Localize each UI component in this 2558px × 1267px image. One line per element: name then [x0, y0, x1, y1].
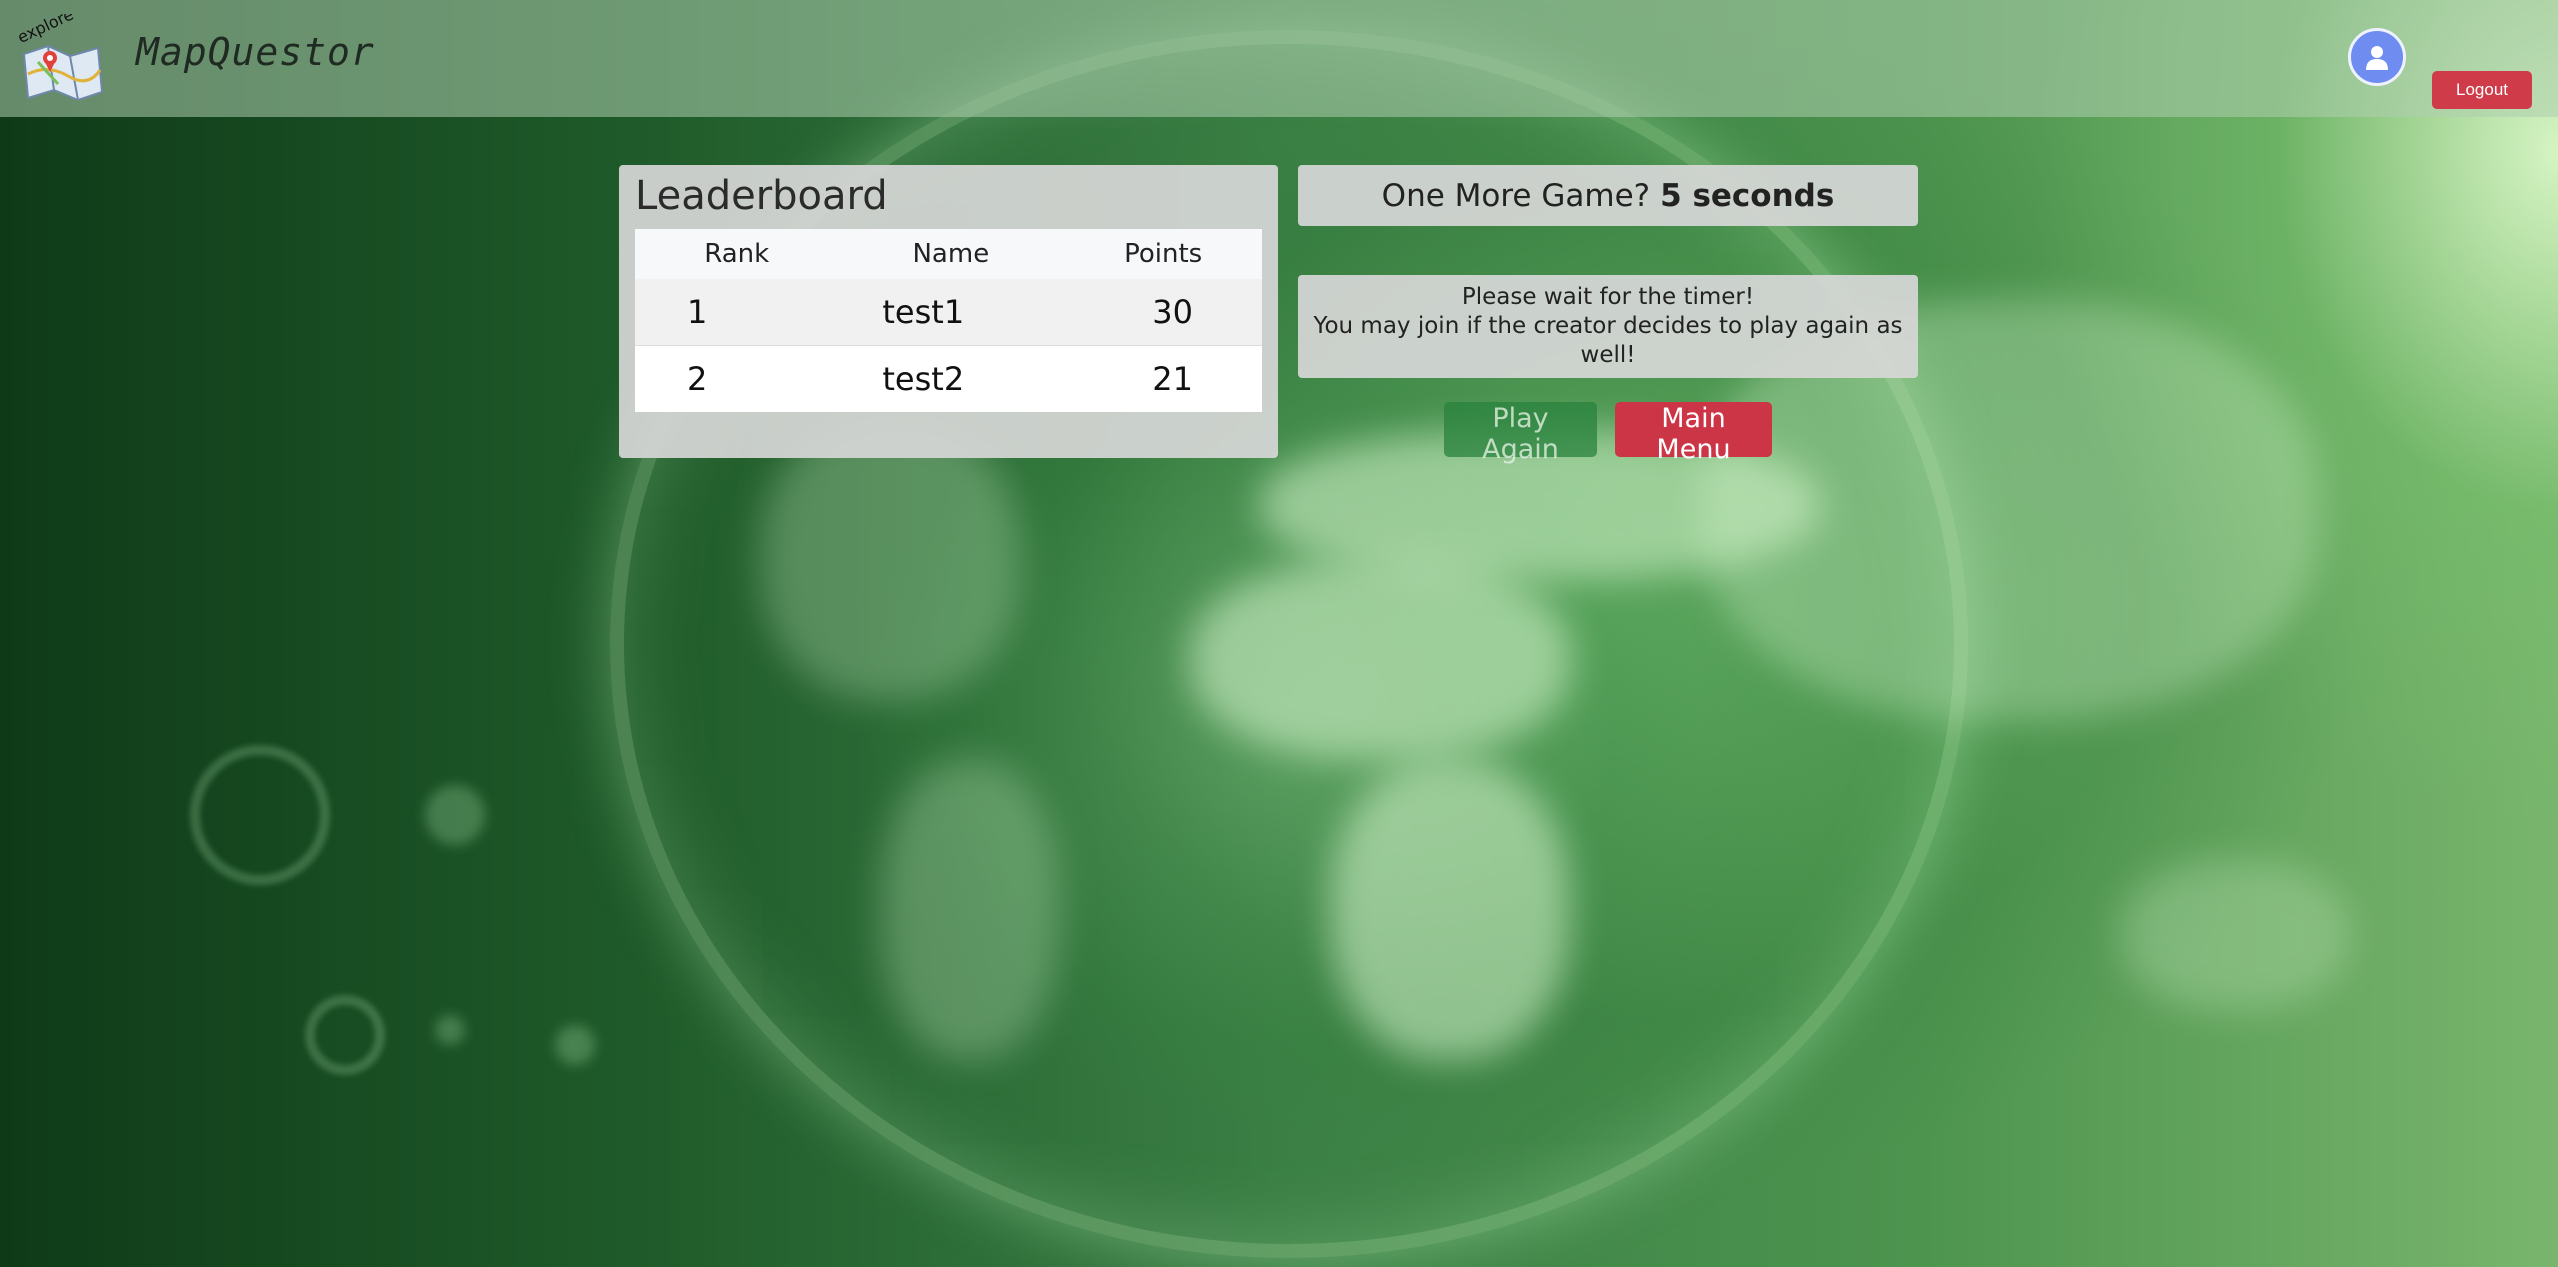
- background-continent: [2120, 860, 2350, 1010]
- background-dot: [435, 1015, 465, 1045]
- column-header-name: Name: [838, 229, 1065, 279]
- logout-button[interactable]: Logout: [2432, 71, 2532, 109]
- map-logo-icon: explore: [14, 5, 104, 102]
- points-cell: 30: [1064, 279, 1262, 346]
- table-row: 2 test2 21: [635, 345, 1262, 412]
- background-continent: [880, 760, 1060, 1060]
- brand-name: MapQuestor: [136, 30, 375, 74]
- replay-timer: One More Game? 5 seconds: [1298, 165, 1918, 226]
- wait-message-line1: Please wait for the timer!: [1461, 284, 1755, 310]
- timer-prefix: One More Game?: [1381, 177, 1651, 214]
- rank-cell: 2: [635, 345, 839, 412]
- background-orb: [190, 745, 330, 885]
- wait-message-line2: You may join if the creator decides to p…: [1313, 313, 1903, 368]
- background-orb: [305, 995, 385, 1075]
- background-dot: [425, 785, 485, 845]
- user-avatar[interactable]: [2348, 28, 2406, 86]
- leaderboard-card: Leaderboard Rank Name Points 1 test1 30 …: [619, 165, 1278, 458]
- leaderboard-table: Rank Name Points 1 test1 30 2 test2 21: [635, 229, 1262, 412]
- user-icon: [2366, 46, 2388, 70]
- table-row: 1 test1 30: [635, 279, 1262, 346]
- column-header-points: Points: [1064, 229, 1262, 279]
- brand-logo[interactable]: explore: [14, 5, 106, 102]
- points-cell: 21: [1064, 345, 1262, 412]
- wait-message: Please wait for the timer! You may join …: [1298, 275, 1918, 378]
- timer-value: 5 seconds: [1660, 177, 1835, 214]
- play-again-button[interactable]: Play Again: [1444, 402, 1597, 465]
- table-header-row: Rank Name Points: [635, 229, 1262, 279]
- background-continent: [1190, 560, 1570, 760]
- name-cell: test2: [838, 345, 1065, 412]
- background-continent: [1330, 760, 1570, 1060]
- rank-cell: 1: [635, 279, 839, 346]
- svg-text:explore: explore: [18, 14, 76, 47]
- name-cell: test1: [838, 279, 1065, 346]
- top-navbar: explore MapQuestor Logout: [0, 0, 2558, 117]
- main-menu-button[interactable]: Main Menu: [1615, 402, 1772, 465]
- column-header-rank: Rank: [635, 229, 839, 279]
- background-dot: [555, 1025, 595, 1065]
- background-continent: [760, 420, 1020, 700]
- leaderboard-title: Leaderboard: [635, 173, 888, 219]
